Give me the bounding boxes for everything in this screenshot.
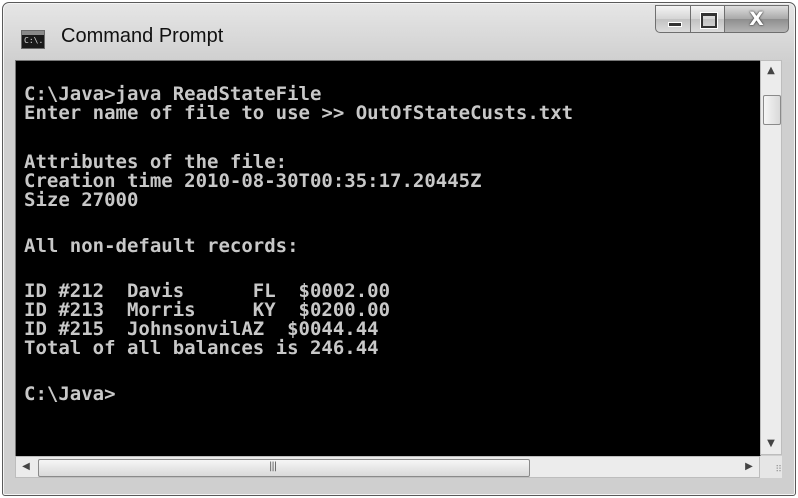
- horizontal-scrollbar[interactable]: ◀ ||| ▶: [15, 456, 760, 478]
- scroll-left-icon[interactable]: ◀: [16, 457, 36, 477]
- console-line: Enter name of file to use >> OutOfStateC…: [24, 102, 574, 124]
- scroll-up-icon[interactable]: ▲: [761, 61, 781, 81]
- close-button[interactable]: X: [725, 5, 789, 33]
- window-controls: X: [655, 5, 789, 35]
- console-line: Total of all balances is 246.44: [24, 337, 379, 359]
- thumb-grip-icon: |||: [269, 461, 277, 472]
- vertical-scrollbar[interactable]: ▲ ▼: [760, 60, 782, 455]
- window-title: Command Prompt: [61, 25, 224, 47]
- title-bar[interactable]: C:\. Command Prompt X: [3, 3, 795, 63]
- console-line: All non-default records:: [24, 235, 299, 257]
- console-prompt-line: C:\Java>: [24, 383, 116, 405]
- resize-grip-icon[interactable]: ⠿: [760, 456, 782, 478]
- console-line: Size 27000: [24, 189, 139, 211]
- minimize-button[interactable]: [655, 5, 691, 33]
- scroll-right-icon[interactable]: ▶: [739, 457, 759, 477]
- horizontal-scroll-thumb[interactable]: |||: [38, 459, 530, 477]
- maximize-icon: [701, 13, 717, 28]
- maximize-button[interactable]: [691, 5, 725, 33]
- close-icon: X: [749, 8, 764, 30]
- minimize-icon: [668, 22, 682, 27]
- command-prompt-icon[interactable]: C:\.: [21, 30, 45, 49]
- scroll-down-icon[interactable]: ▼: [761, 434, 781, 454]
- console-output[interactable]: C:\Java>java ReadStateFile Enter name of…: [15, 60, 761, 457]
- vertical-scroll-thumb[interactable]: [763, 95, 781, 125]
